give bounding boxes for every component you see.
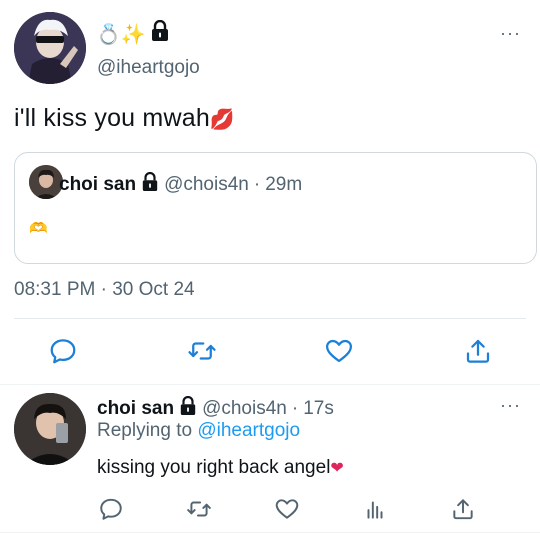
reply-header: choi san @chois4n · 17s bbox=[97, 395, 334, 422]
lock-icon bbox=[179, 395, 197, 422]
share-icon[interactable] bbox=[450, 496, 476, 522]
replying-mention[interactable]: @iheartgojo bbox=[197, 420, 300, 441]
retweet-icon[interactable] bbox=[187, 336, 217, 366]
like-icon[interactable] bbox=[324, 336, 354, 366]
main-tweet: 💍✨ ··· @iheartgojo i'll kiss you mwah💋 c… bbox=[0, 0, 540, 384]
quoted-header: choi san @chois4n · 29m bbox=[59, 171, 303, 198]
lock-icon bbox=[150, 19, 170, 48]
kiss-emoji: 💋 bbox=[209, 109, 236, 131]
tweet-text: i'll kiss you mwah💋 bbox=[14, 104, 235, 133]
quoted-separator: · bbox=[253, 174, 261, 195]
analytics-icon[interactable] bbox=[362, 496, 388, 522]
share-icon[interactable] bbox=[463, 336, 493, 366]
reply-icon[interactable] bbox=[98, 496, 124, 522]
quoted-text: 🫶 bbox=[29, 220, 48, 237]
quoted-handle: @chois4n bbox=[164, 174, 249, 195]
reply-time[interactable]: 17s bbox=[303, 398, 334, 420]
name-emojis: 💍✨ bbox=[96, 23, 146, 46]
handle[interactable]: @iheartgojo bbox=[97, 57, 200, 79]
reply-name[interactable]: choi san bbox=[97, 398, 174, 420]
like-icon[interactable] bbox=[274, 496, 300, 522]
reply-handle[interactable]: @chois4n bbox=[202, 398, 287, 420]
more-options-icon[interactable]: ··· bbox=[500, 396, 521, 414]
reply-text-body: kissing you right back angel bbox=[97, 457, 331, 478]
replying-to: Replying to @iheartgojo bbox=[97, 420, 300, 442]
quoted-tweet[interactable] bbox=[14, 152, 537, 264]
quoted-avatar bbox=[29, 165, 63, 199]
reply-separator: · bbox=[291, 398, 299, 419]
timestamp[interactable]: 08:31 PM · 30 Oct 24 bbox=[14, 279, 195, 301]
display-name[interactable]: 💍✨ bbox=[96, 19, 170, 48]
divider bbox=[0, 532, 540, 533]
quoted-time: 29m bbox=[265, 174, 303, 195]
divider bbox=[0, 384, 540, 385]
tweet-text-body: i'll kiss you mwah bbox=[14, 104, 210, 132]
divider bbox=[14, 318, 526, 319]
lock-icon bbox=[141, 171, 159, 198]
avatar[interactable] bbox=[14, 12, 86, 84]
retweet-icon[interactable] bbox=[186, 496, 212, 522]
reply-avatar[interactable] bbox=[14, 393, 86, 465]
quoted-name: choi san bbox=[59, 174, 137, 195]
more-options-icon[interactable]: ··· bbox=[500, 24, 521, 42]
replying-prefix: Replying to bbox=[97, 420, 193, 441]
reply-text: kissing you right back angel❤ bbox=[97, 457, 344, 479]
reply-icon[interactable] bbox=[48, 336, 78, 366]
heart-emoji: ❤ bbox=[330, 460, 344, 477]
